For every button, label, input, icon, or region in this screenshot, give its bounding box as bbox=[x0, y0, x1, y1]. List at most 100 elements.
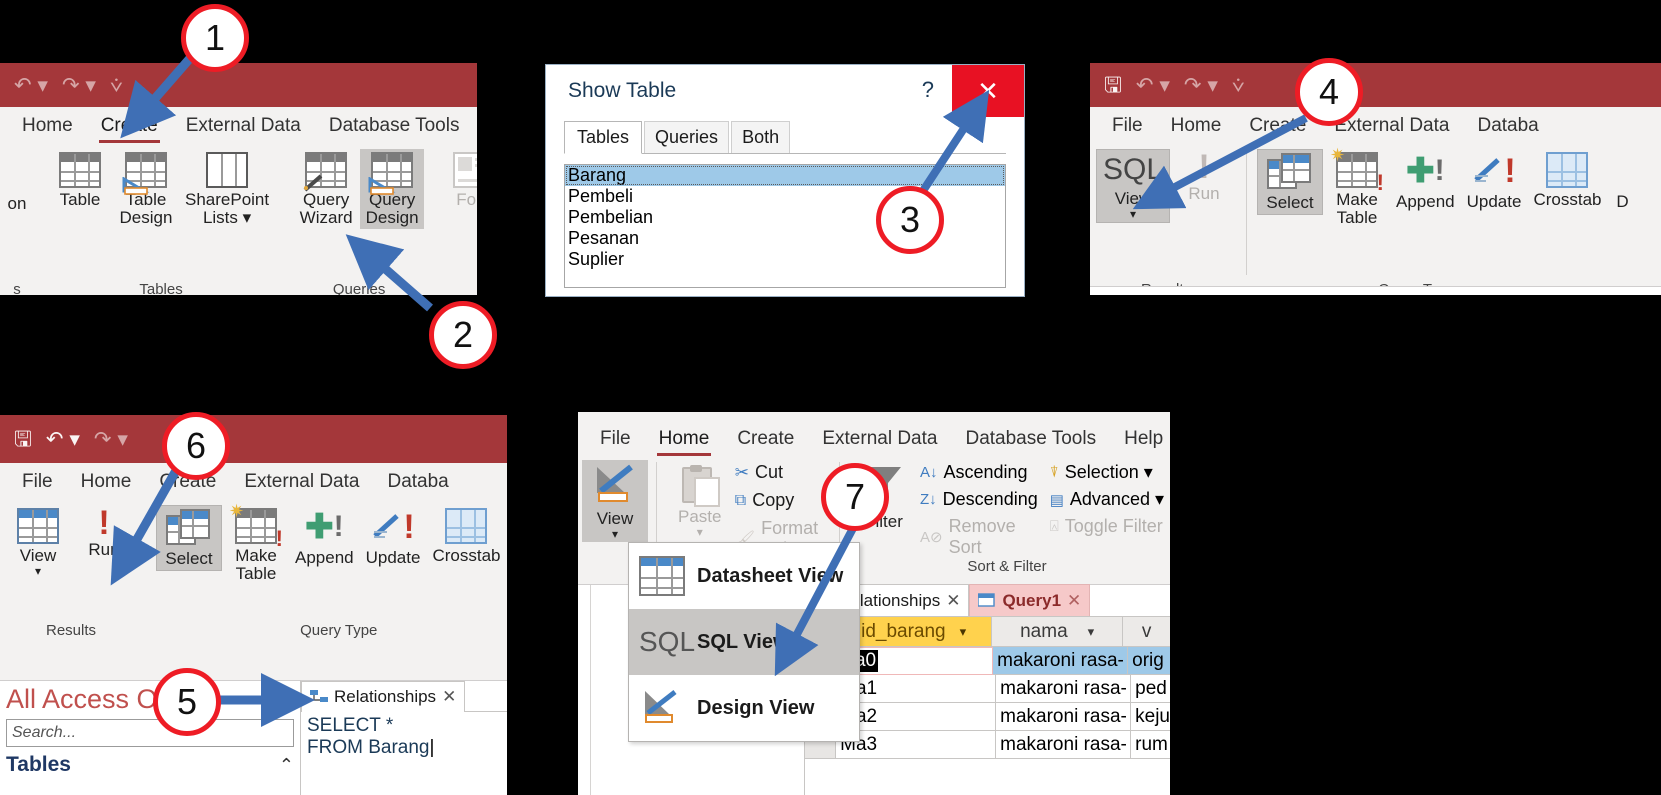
quick-access-toolbar[interactable]: 🖫 ↶ ▾ ↷ ▾ bbox=[0, 415, 128, 463]
button-form[interactable]: Form bbox=[444, 149, 477, 211]
navpane-collapse-icon[interactable]: « bbox=[281, 688, 292, 711]
tab-home[interactable]: Home bbox=[645, 424, 724, 456]
button-toggle-filter[interactable]: ⍓ Toggle Filter bbox=[1050, 516, 1164, 537]
tab-database-tools[interactable]: Database Tools bbox=[951, 424, 1110, 456]
view-dropdown-caret[interactable]: ▾ bbox=[35, 565, 41, 578]
view-dropdown-caret[interactable]: ▾ bbox=[1130, 208, 1136, 221]
doc-tab-relationships[interactable]: Relationships ✕ bbox=[301, 680, 466, 712]
button-copy[interactable]: ⧉ Copy bbox=[735, 490, 829, 511]
button-cut[interactable]: ✂ Cut bbox=[735, 462, 829, 483]
panel3-tabstrip[interactable]: File Home Create External Data Databa bbox=[1090, 107, 1661, 143]
save-icon[interactable]: 🖫 bbox=[14, 429, 32, 450]
doc-tab-query1[interactable]: Query1 ✕ bbox=[969, 584, 1091, 616]
column-header-nama[interactable]: nama ▾ bbox=[992, 617, 1124, 647]
panel4-tabstrip[interactable]: File Home Create External Data Databa bbox=[0, 463, 507, 499]
chevron-up-icon[interactable]: ⌃ bbox=[279, 755, 294, 776]
button-make-table[interactable]: ✷ ! Make Table bbox=[1325, 145, 1389, 229]
save-icon[interactable]: 🖫 bbox=[1104, 75, 1122, 96]
close-icon[interactable]: ✕ bbox=[946, 591, 960, 611]
button-append[interactable]: ✚! Append bbox=[1391, 149, 1460, 213]
button-remove-sort[interactable]: A⊘ Remove Sort bbox=[920, 516, 1038, 558]
button-select-query[interactable]: Select bbox=[1257, 149, 1323, 215]
customize-qat-icon[interactable]: ⩒ bbox=[1232, 75, 1245, 96]
navpane-group-header[interactable]: Tables ⌃ bbox=[6, 753, 294, 777]
column-header-v[interactable]: v bbox=[1123, 617, 1170, 647]
button-select-query[interactable]: Select bbox=[156, 505, 222, 571]
dialog-tab-queries[interactable]: Queries bbox=[644, 121, 730, 153]
button-advanced[interactable]: ▤ Advanced ▾ bbox=[1050, 489, 1164, 510]
tab-create[interactable]: Create bbox=[723, 424, 808, 456]
button-update[interactable]: ! Update bbox=[361, 505, 426, 569]
dialog-tab-both[interactable]: Both bbox=[731, 121, 791, 153]
button-view[interactable]: View ▾ bbox=[582, 460, 648, 543]
tab-external-data[interactable]: External Data bbox=[230, 467, 373, 499]
button-run[interactable]: ! Run bbox=[1172, 149, 1236, 205]
button-make-table[interactable]: ✷ ! Make Table bbox=[224, 501, 288, 585]
button-sharepoint-lists[interactable]: SharePoint Lists ▾ bbox=[180, 149, 274, 229]
redo-icon[interactable]: ↷ ▾ bbox=[1184, 75, 1218, 96]
tab-home[interactable]: Home bbox=[67, 467, 146, 499]
sort-dropdown-icon[interactable]: ▾ bbox=[1088, 624, 1095, 640]
navpane-dropdown-icon[interactable]: ⊙ bbox=[258, 687, 275, 712]
sql-text-area[interactable]: SELECT * FROM Barang| bbox=[301, 712, 507, 762]
close-icon[interactable]: ✕ bbox=[952, 65, 1024, 117]
tab-external-data[interactable]: External Data bbox=[808, 424, 951, 456]
button-descending[interactable]: Z↓ Descending bbox=[920, 489, 1038, 510]
tab-home[interactable]: Home bbox=[1157, 111, 1236, 143]
view-dropdown-menu[interactable]: Datasheet View SQL SQL View Design View bbox=[628, 542, 860, 742]
tab-help[interactable]: Help bbox=[1110, 424, 1170, 456]
button-crosstab[interactable]: Crosstab bbox=[427, 505, 505, 567]
button-view[interactable]: View ▾ bbox=[6, 505, 70, 579]
paste-dropdown-caret[interactable]: ▾ bbox=[697, 526, 703, 539]
cell-v[interactable]: ped bbox=[1131, 675, 1170, 703]
tab-create[interactable]: Create bbox=[87, 111, 172, 143]
help-icon[interactable]: ? bbox=[922, 77, 934, 103]
sort-dropdown-icon[interactable]: ▾ bbox=[960, 624, 967, 640]
button-ascending[interactable]: A↓ Ascending bbox=[920, 462, 1038, 483]
cell-id-barang[interactable]: Ma3 bbox=[836, 731, 997, 759]
cut-off-button[interactable]: on bbox=[0, 151, 37, 215]
cell-nama[interactable]: makaroni rasa- bbox=[993, 647, 1129, 675]
tab-file[interactable]: File bbox=[1098, 111, 1157, 143]
tab-external-data[interactable]: External Data bbox=[172, 111, 315, 143]
button-table-design[interactable]: Table Design bbox=[114, 149, 178, 229]
tab-database-tools[interactable]: Database Tools bbox=[315, 111, 474, 143]
button-run[interactable]: ! Run bbox=[72, 505, 136, 561]
cell-v[interactable]: orig bbox=[1128, 647, 1170, 675]
view-dropdown-caret[interactable]: ▾ bbox=[612, 528, 618, 541]
menu-item-datasheet-view[interactable]: Datasheet View bbox=[629, 543, 859, 609]
list-item[interactable]: Barang bbox=[565, 165, 1005, 186]
panel1-tabstrip[interactable]: Home Create External Data Database Tools bbox=[0, 107, 477, 143]
button-paste[interactable]: Paste ▾ bbox=[667, 460, 733, 540]
button-append[interactable]: ✚! Append bbox=[290, 505, 359, 569]
dialog-tab-tables[interactable]: Tables bbox=[564, 121, 643, 154]
menu-item-sql-view[interactable]: SQL SQL View bbox=[629, 609, 859, 675]
cell-nama[interactable]: makaroni rasa- bbox=[996, 731, 1132, 759]
redo-icon[interactable]: ↷ ▾ bbox=[62, 75, 96, 96]
tab-file[interactable]: File bbox=[586, 424, 645, 456]
button-table[interactable]: Table bbox=[48, 149, 112, 211]
button-query-wizard[interactable]: Query Wizard bbox=[294, 149, 358, 229]
tab-home[interactable]: Home bbox=[8, 111, 87, 143]
cell-nama[interactable]: makaroni rasa- bbox=[996, 703, 1132, 731]
document-tabs[interactable]: Relationships ✕ bbox=[301, 680, 507, 712]
search-input[interactable]: Search... bbox=[6, 719, 294, 747]
close-icon[interactable]: ✕ bbox=[1067, 591, 1081, 611]
button-query-design[interactable]: Query Design bbox=[360, 149, 425, 229]
undo-icon[interactable]: ↶ ▾ bbox=[1136, 75, 1170, 96]
close-icon[interactable]: ✕ bbox=[442, 687, 456, 707]
cell-id-barang[interactable]: Ma2 bbox=[836, 703, 997, 731]
redo-icon[interactable]: ↷ ▾ bbox=[94, 429, 128, 450]
tab-file[interactable]: File bbox=[8, 467, 67, 499]
cell-nama[interactable]: makaroni rasa- bbox=[996, 675, 1132, 703]
button-crosstab[interactable]: Crosstab bbox=[1528, 149, 1606, 211]
button-selection[interactable]: ⍒ Selection ▾ bbox=[1050, 462, 1164, 483]
cell-id-barang[interactable]: Ma1 bbox=[836, 675, 997, 703]
panel5-tabstrip[interactable]: File Home Create External Data Database … bbox=[578, 412, 1170, 456]
customize-qat-icon[interactable]: ⩒ bbox=[110, 75, 123, 96]
dialog-tabstrip[interactable]: Tables Queries Both bbox=[564, 121, 1006, 154]
undo-icon[interactable]: ↶ ▾ bbox=[46, 429, 80, 450]
tab-database-tools[interactable]: Databa bbox=[373, 467, 462, 499]
menu-item-design-view[interactable]: Design View bbox=[629, 675, 859, 741]
undo-icon[interactable]: ↶ ▾ bbox=[14, 75, 48, 96]
